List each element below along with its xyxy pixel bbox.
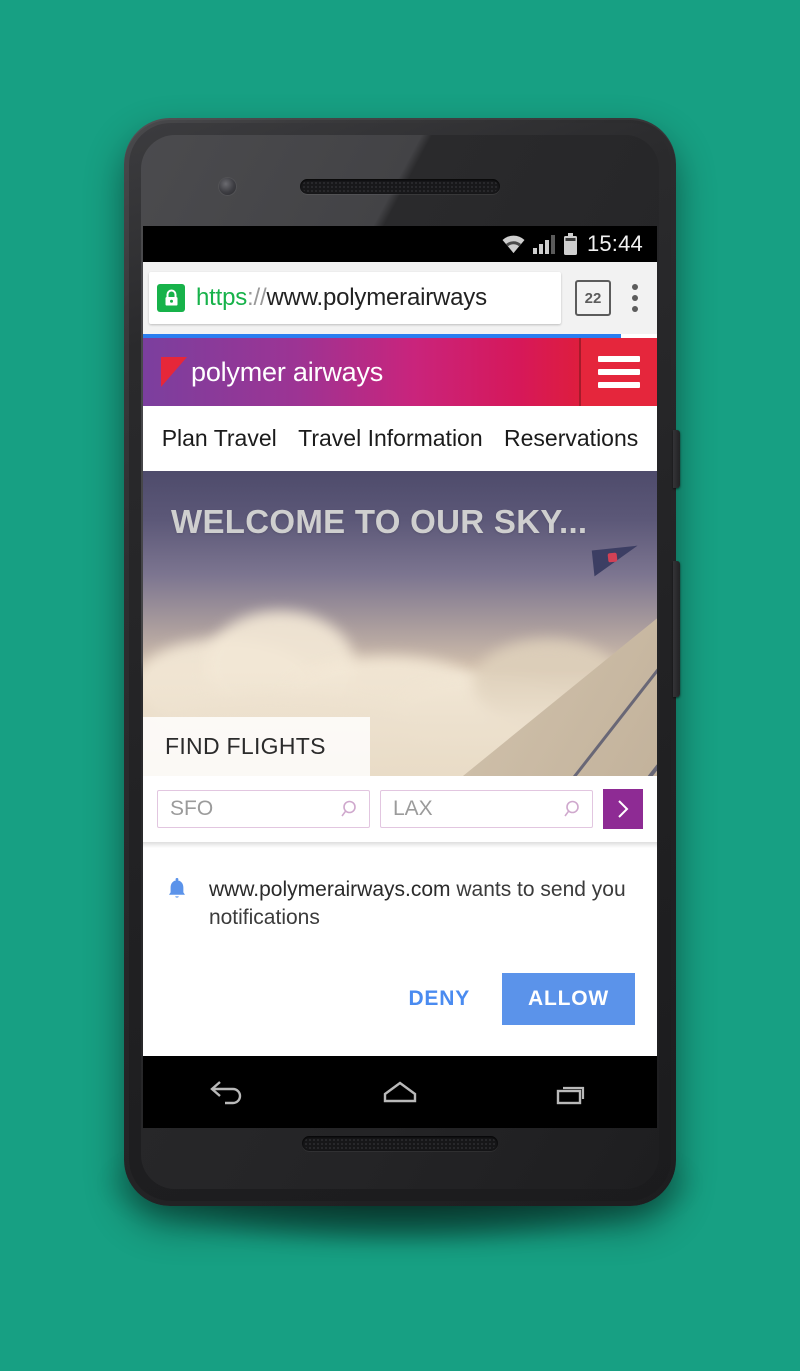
nav-home-button[interactable]: [372, 1071, 428, 1113]
bottom-speaker: [302, 1136, 498, 1151]
chevron-right-icon: [618, 800, 629, 818]
hero-title: WELCOME TO OUR SKY...: [171, 503, 588, 540]
hamburger-bar: [598, 369, 640, 375]
brand-bar[interactable]: polymer airways: [143, 338, 579, 406]
permission-actions: DENY ALLOW: [165, 972, 635, 1025]
flight-search-row: SFO LAX: [143, 776, 657, 842]
android-status-bar: 15:44: [143, 226, 657, 262]
front-camera-icon: [219, 178, 236, 195]
url-separator: ://: [247, 284, 267, 311]
permission-message-row: www.polymerairways.com wants to send you…: [165, 874, 635, 933]
hero-banner: WELCOME TO OUR SKY... FIND FLIGHTS: [143, 471, 657, 776]
url-host: www.polymerairways: [266, 284, 487, 311]
nav-item-plan-travel[interactable]: Plan Travel: [162, 425, 277, 452]
deny-button[interactable]: DENY: [386, 975, 492, 1023]
destination-field[interactable]: LAX: [380, 790, 593, 828]
nav-item-reservations[interactable]: Reservations: [504, 425, 638, 452]
home-pentagon-icon: [383, 1081, 417, 1103]
hamburger-bar: [598, 382, 640, 388]
lock-icon: [157, 284, 185, 312]
origin-field[interactable]: SFO: [157, 790, 370, 828]
site-header: polymer airways: [143, 338, 657, 406]
kebab-dot: [632, 306, 638, 312]
battery-icon: [563, 233, 577, 255]
wifi-icon: [502, 235, 525, 253]
kebab-menu-icon[interactable]: [623, 284, 647, 312]
permission-message: www.polymerairways.com wants to send you…: [209, 874, 635, 933]
browser-toolbar: https://www.polymerairways 22: [143, 262, 657, 334]
url-text: https://www.polymerairways: [196, 284, 487, 312]
nav-item-travel-information[interactable]: Travel Information: [298, 425, 483, 452]
pennant-logo-icon: [161, 357, 187, 387]
nav-back-button[interactable]: [201, 1071, 257, 1113]
nav-recents-button[interactable]: [543, 1071, 599, 1113]
phone-screen: 15:44 https://www.polymerairways 22 poly…: [143, 226, 657, 1128]
notification-permission-dialog: www.polymerairways.com wants to send you…: [143, 848, 657, 1045]
site-nav: Plan Travel Travel Information Reservati…: [143, 406, 657, 471]
status-icons: [501, 233, 578, 255]
tab-counter-button[interactable]: 22: [575, 280, 611, 316]
destination-input[interactable]: LAX: [393, 797, 564, 821]
url-bar[interactable]: https://www.polymerairways: [149, 272, 561, 324]
android-navigation-bar: [143, 1056, 657, 1128]
earpiece-speaker: [300, 179, 500, 194]
recents-squares-icon: [557, 1086, 585, 1105]
magnifier-icon: [341, 800, 356, 817]
permission-domain: www.polymerairways.com: [208, 878, 451, 901]
signal-icon: [532, 235, 555, 254]
url-scheme: https: [196, 284, 248, 311]
power-button[interactable]: [673, 430, 680, 488]
tab-count-label: 22: [584, 289, 602, 307]
kebab-dot: [632, 295, 638, 301]
origin-input[interactable]: SFO: [170, 797, 341, 821]
status-bar-clock: 15:44: [586, 231, 643, 256]
search-submit-button[interactable]: [603, 789, 643, 829]
back-arrow-icon: [209, 1081, 241, 1105]
hamburger-bar: [598, 356, 640, 362]
volume-rocker-button[interactable]: [673, 561, 680, 697]
hamburger-menu-icon[interactable]: [579, 338, 657, 406]
allow-button[interactable]: ALLOW: [502, 972, 635, 1025]
find-flights-tab[interactable]: FIND FLIGHTS: [143, 717, 370, 776]
kebab-dot: [632, 284, 638, 290]
brand-name: polymer airways: [191, 356, 384, 387]
magnifier-icon: [564, 800, 579, 817]
winglet-logo-mark: [607, 552, 618, 563]
bell-icon: [168, 878, 185, 898]
